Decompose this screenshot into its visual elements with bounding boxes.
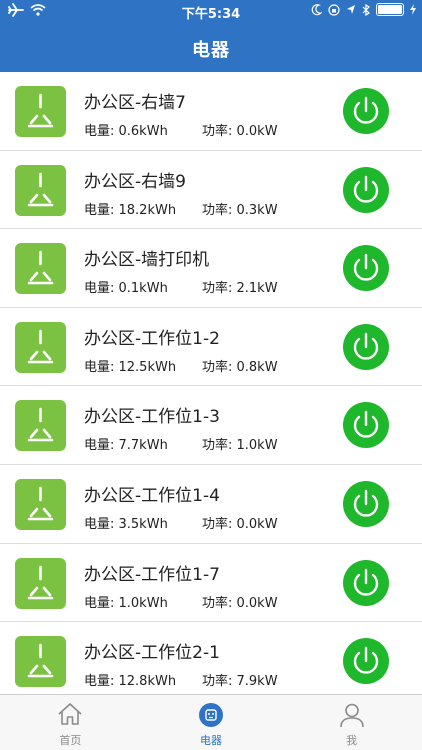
power-reading: 功率: 0.3kW — [202, 202, 278, 218]
location-icon — [347, 5, 355, 14]
status-bar: 下午5:34 — [0, 0, 422, 22]
outlet-icon — [199, 703, 223, 727]
outlet-icon — [15, 321, 66, 373]
energy-reading: 电量: 18.2kWh — [84, 202, 177, 218]
power-icon — [353, 646, 379, 674]
device-stats: 电量: 0.6kWh 功率: 0.0kW — [84, 120, 278, 139]
device-name: 办公区-工作位2-1 — [84, 643, 220, 664]
list-item[interactable]: 办公区-工作位1-2 电量: 12.5kWh 功率: 0.8kW — [0, 308, 422, 387]
device-stats: 电量: 1.0kWh 功率: 0.0kW — [84, 592, 278, 611]
power-toggle-button[interactable] — [343, 166, 389, 213]
power-toggle-button[interactable] — [343, 638, 389, 685]
device-name: 办公区-工作位1-3 — [84, 407, 220, 428]
power-icon — [353, 411, 379, 439]
power-reading: 功率: 1.0kW — [202, 438, 278, 454]
device-name: 办公区-右墙9 — [84, 171, 186, 192]
tab-home[interactable]: 首页 — [0, 695, 141, 750]
bluetooth-icon — [362, 3, 370, 16]
power-toggle-button[interactable] — [343, 559, 389, 606]
device-name: 办公区-工作位1-7 — [84, 564, 220, 585]
power-toggle-button[interactable] — [343, 480, 389, 527]
energy-reading: 电量: 0.6kWh — [84, 124, 168, 139]
outlet-icon — [15, 243, 66, 295]
power-reading: 功率: 0.0kW — [202, 124, 278, 139]
home-icon — [58, 703, 82, 725]
power-reading: 功率: 0.8kW — [202, 359, 278, 375]
device-stats: 电量: 3.5kWh 功率: 0.0kW — [84, 513, 278, 532]
power-icon — [353, 568, 379, 596]
status-right — [311, 3, 416, 16]
tab-label: 我 — [346, 734, 358, 747]
power-reading: 功率: 2.1kW — [202, 281, 278, 297]
power-reading: 功率: 0.0kW — [202, 595, 278, 611]
energy-reading: 电量: 12.8kWh — [84, 674, 177, 690]
device-name: 办公区-工作位1-2 — [84, 328, 220, 349]
app-header: 下午5:34 电器 — [0, 0, 422, 72]
device-stats: 电量: 12.5kWh 功率: 0.8kW — [84, 356, 278, 375]
device-stats: 电量: 12.8kWh 功率: 7.9kW — [84, 670, 278, 690]
charging-icon — [410, 4, 416, 15]
device-name: 办公区-墙打印机 — [84, 250, 210, 271]
list-item[interactable]: 办公区-工作位1-3 电量: 7.7kWh 功率: 1.0kW — [0, 386, 422, 465]
outlet-icon — [15, 636, 66, 688]
device-name: 办公区-工作位1-4 — [84, 485, 220, 506]
energy-reading: 电量: 7.7kWh — [84, 438, 168, 454]
outlet-icon — [15, 86, 66, 137]
outlet-icon — [15, 400, 66, 452]
list-item[interactable]: 办公区-工作位1-7 电量: 1.0kWh 功率: 0.0kW — [0, 544, 422, 623]
power-toggle-button[interactable] — [343, 245, 389, 292]
outlet-icon — [15, 164, 66, 216]
energy-reading: 电量: 1.0kWh — [84, 595, 168, 611]
outlet-icon — [15, 478, 66, 530]
list-item[interactable]: 办公区-工作位2-1 电量: 12.8kWh 功率: 7.9kW — [0, 622, 422, 694]
list-item[interactable]: 办公区-工作位1-4 电量: 3.5kWh 功率: 0.0kW — [0, 465, 422, 544]
power-toggle-button[interactable] — [343, 88, 389, 134]
power-reading: 功率: 7.9kW — [202, 674, 278, 690]
user-icon — [339, 703, 364, 728]
rotation-lock-icon — [328, 3, 340, 16]
power-icon — [353, 332, 379, 360]
tab-me[interactable]: 我 — [281, 695, 422, 750]
device-list: 办公区-右墙7 电量: 0.6kWh 功率: 0.0kW 办公区-右墙9 电量:… — [0, 72, 422, 694]
device-stats: 电量: 7.7kWh 功率: 1.0kW — [84, 434, 278, 454]
power-icon — [353, 175, 379, 203]
power-icon — [353, 489, 379, 517]
battery-icon — [376, 3, 404, 16]
outlet-icon — [15, 557, 66, 609]
list-item[interactable]: 办公区-右墙7 电量: 0.6kWh 功率: 0.0kW — [0, 72, 422, 151]
energy-reading: 电量: 12.5kWh — [84, 359, 177, 375]
tab-label: 首页 — [59, 734, 82, 747]
page-title: 电器 — [192, 40, 230, 61]
energy-reading: 电量: 3.5kWh — [84, 516, 168, 532]
power-toggle-button[interactable] — [343, 323, 389, 370]
power-reading: 功率: 0.0kW — [202, 516, 278, 532]
device-stats: 电量: 18.2kWh 功率: 0.3kW — [84, 199, 278, 218]
power-icon — [353, 253, 379, 281]
tab-bar: 首页 电器 我 — [0, 694, 422, 750]
device-stats: 电量: 0.1kWh 功率: 2.1kW — [84, 277, 278, 297]
list-item[interactable]: 办公区-右墙9 电量: 18.2kWh 功率: 0.3kW — [0, 151, 422, 230]
list-item[interactable]: 办公区-墙打印机 电量: 0.1kWh 功率: 2.1kW — [0, 229, 422, 308]
moon-icon — [311, 3, 322, 15]
power-toggle-button[interactable] — [343, 402, 389, 449]
tab-appliances[interactable]: 电器 — [141, 695, 282, 750]
power-icon — [353, 96, 379, 124]
tab-label: 电器 — [200, 734, 222, 747]
energy-reading: 电量: 0.1kWh — [84, 281, 168, 297]
device-name: 办公区-右墙7 — [84, 93, 186, 113]
